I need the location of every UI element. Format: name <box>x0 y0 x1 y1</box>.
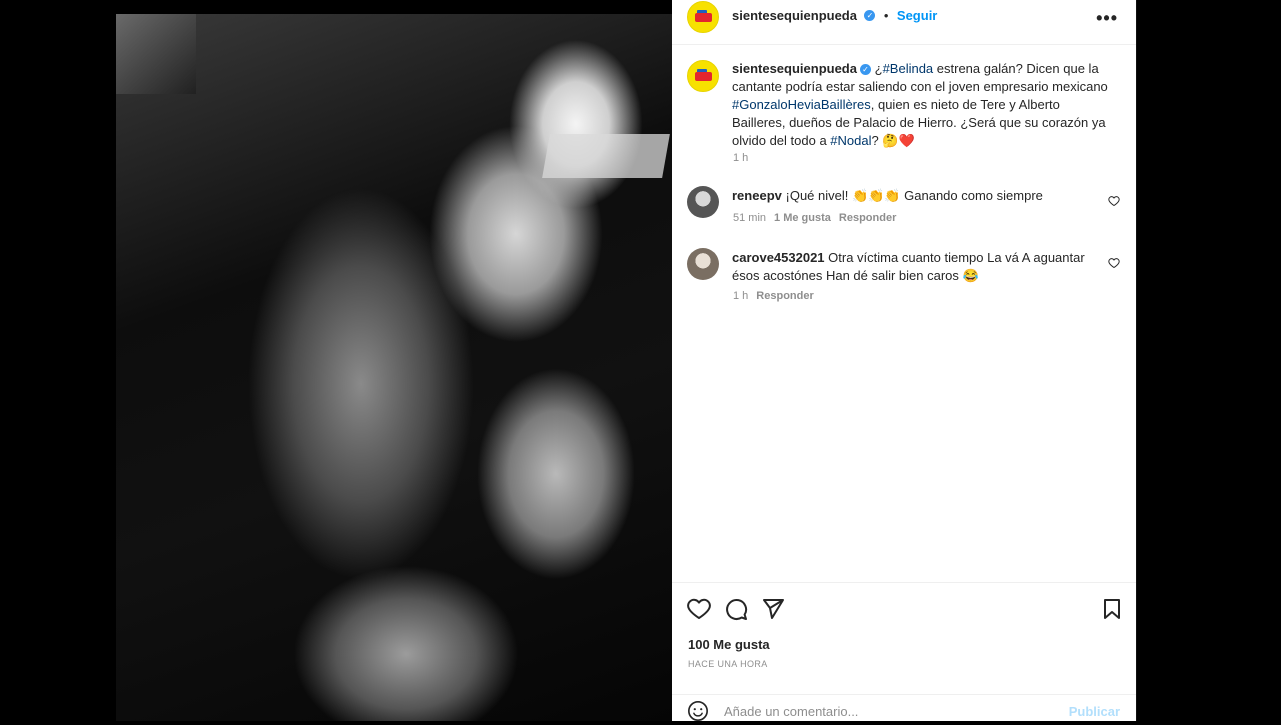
comment-like-heart-icon[interactable] <box>1108 257 1120 269</box>
caption-username[interactable]: sientesequienpueda <box>732 61 857 76</box>
account-username[interactable]: sientesequienpueda <box>732 8 857 23</box>
comment-time: 51 min <box>733 212 767 224</box>
comment-time: 1 h <box>733 290 749 302</box>
more-options-icon[interactable]: ••• <box>1096 8 1118 29</box>
caption-time: 1 h <box>733 152 749 164</box>
avatar-logo-red <box>695 72 712 81</box>
post-photo[interactable] <box>116 14 672 721</box>
comment-likes[interactable]: 1 Me gusta <box>774 212 831 224</box>
comment-meta: 1 h Responder <box>733 290 814 302</box>
heart-icon[interactable] <box>687 597 711 621</box>
commenter-avatar[interactable] <box>687 186 719 218</box>
caption-text: ? <box>871 133 879 148</box>
comment-icon[interactable] <box>724 597 748 621</box>
comment-like-heart-icon[interactable] <box>1108 195 1120 207</box>
comment-meta: 51 min 1 Me gusta Responder <box>733 212 896 224</box>
hashtag-nodal[interactable]: #Nodal <box>830 133 871 148</box>
share-icon[interactable] <box>761 597 785 621</box>
publish-button[interactable]: Publicar <box>1069 704 1120 719</box>
follow-button[interactable]: Seguir <box>897 8 937 23</box>
photo-shadow <box>116 14 196 94</box>
post-header: sientesequienpueda ✓ • Seguir ••• <box>672 0 1136 45</box>
panel-edge <box>1136 0 1137 721</box>
comment-username[interactable]: reneepv <box>732 188 782 203</box>
likes-count[interactable]: 100 Me gusta <box>688 637 770 652</box>
caption-text: ¿ <box>874 61 883 76</box>
hashtag-belinda[interactable]: #Belinda <box>883 61 934 76</box>
hashtag-gonzalo[interactable]: #GonzaloHeviaBaillères <box>732 97 871 112</box>
photo-light-reflection <box>542 134 670 178</box>
verified-badge-icon: ✓ <box>864 10 876 22</box>
comment-username[interactable]: carove4532021 <box>732 250 825 265</box>
commenter-avatar[interactable] <box>687 248 719 280</box>
avatar-logo-red <box>695 13 712 22</box>
comment: carove4532021 Otra víctima cuanto tiempo… <box>732 249 1102 285</box>
emoji-icon[interactable] <box>687 700 709 722</box>
separator-dot: • <box>883 8 889 23</box>
post-side-panel: sientesequienpueda ✓ • Seguir ••• siente… <box>672 0 1136 721</box>
caption-emojis: 🤔❤️ <box>882 133 915 148</box>
comment-input[interactable]: Añade un comentario... <box>724 704 858 719</box>
add-comment-bar: Añade un comentario... Publicar <box>672 694 1136 725</box>
post-actions: 100 Me gusta HACE UNA HORA Añade un come… <box>672 582 1136 723</box>
verified-badge-icon: ✓ <box>859 64 871 76</box>
account-avatar[interactable] <box>687 1 719 33</box>
comment: reneepv ¡Qué nivel! 👏👏👏 Ganando como sie… <box>732 187 1092 205</box>
bookmark-icon[interactable] <box>1100 597 1124 621</box>
posted-time: HACE UNA HORA <box>688 659 768 669</box>
caption-avatar[interactable] <box>687 60 719 92</box>
reply-button[interactable]: Responder <box>839 212 896 224</box>
comment-text: ¡Qué nivel! 👏👏👏 Ganando como siempre <box>785 188 1043 203</box>
caption: sientesequienpueda ✓ ¿#Belinda estrena ga… <box>732 60 1112 150</box>
reply-button[interactable]: Responder <box>756 290 813 302</box>
